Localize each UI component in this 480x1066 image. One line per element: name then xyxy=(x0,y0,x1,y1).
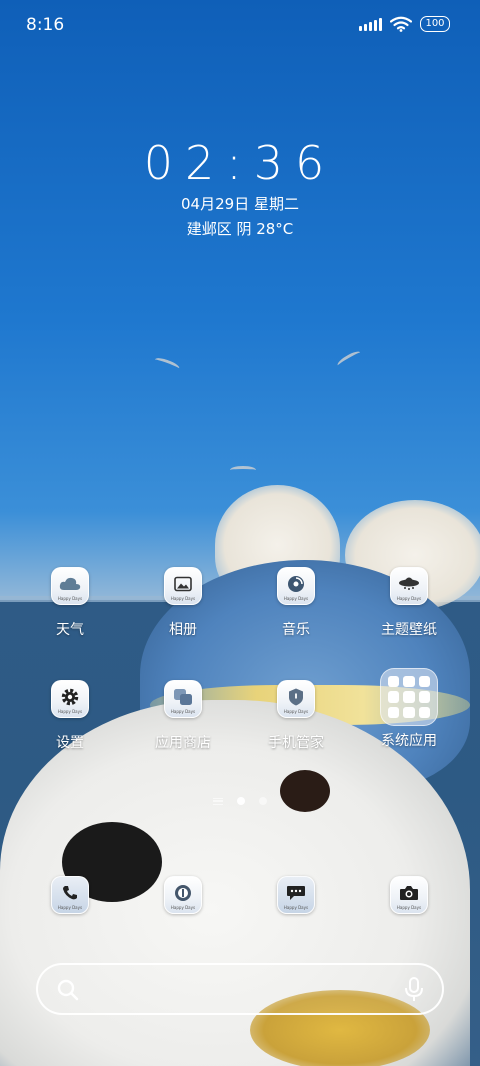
app-themes[interactable]: Happy Days 主题壁纸 xyxy=(361,567,457,639)
app-gallery[interactable]: Happy Days 相册 xyxy=(135,567,231,639)
app-music[interactable]: Happy Days 音乐 xyxy=(248,567,344,639)
camera-icon: Happy Days xyxy=(390,876,428,914)
app-label: 系统应用 xyxy=(381,733,437,749)
seagull-image xyxy=(153,355,181,373)
app-label: 相册 xyxy=(169,622,197,638)
page-dot[interactable] xyxy=(259,797,267,805)
phone-icon: Happy Days xyxy=(51,876,89,914)
app-label: 音乐 xyxy=(282,622,310,638)
folder-icon xyxy=(380,668,438,726)
dock-camera[interactable]: Happy Days xyxy=(361,876,457,914)
cloud-icon: Happy Days xyxy=(51,567,89,605)
app-app-store[interactable]: Happy Days 应用商店 xyxy=(135,680,231,752)
status-time: 8:16 xyxy=(26,15,65,35)
seagull-image xyxy=(230,466,256,474)
page-indicator[interactable] xyxy=(0,797,480,805)
battery-icon: 100 xyxy=(420,16,450,32)
status-icons: 100 xyxy=(359,16,450,32)
app-label: 手机管家 xyxy=(268,735,324,751)
seagull-image xyxy=(335,349,363,369)
music-icon: Happy Days xyxy=(277,567,315,605)
clock-widget-time[interactable]: 02:36 xyxy=(0,136,480,190)
security-icon: Happy Days xyxy=(277,680,315,718)
app-label: 天气 xyxy=(56,622,84,638)
app-weather[interactable]: Happy Days 天气 xyxy=(22,567,118,639)
page-dot-active[interactable] xyxy=(237,797,245,805)
app-settings[interactable]: Happy Days 设置 xyxy=(22,680,118,752)
app-store-icon: Happy Days xyxy=(164,680,202,718)
search-bar[interactable] xyxy=(36,963,444,1015)
app-label: 应用商店 xyxy=(155,735,211,751)
clock-widget-date: 04月29日 星期二 xyxy=(181,195,299,213)
dock-phone[interactable]: Happy Days xyxy=(22,876,118,914)
dock-browser[interactable]: Happy Days xyxy=(135,876,231,914)
signal-icon xyxy=(359,17,382,31)
app-label: 主题壁纸 xyxy=(381,622,437,638)
page-list-icon[interactable] xyxy=(213,797,223,805)
clock-widget-weather[interactable]: 建邺区 阴 28°C xyxy=(0,218,480,239)
dock-messages[interactable]: Happy Days xyxy=(248,876,344,914)
search-icon[interactable] xyxy=(56,978,80,1002)
gear-icon: Happy Days xyxy=(51,680,89,718)
gallery-icon: Happy Days xyxy=(164,567,202,605)
themes-icon: Happy Days xyxy=(390,567,428,605)
messages-icon: Happy Days xyxy=(277,876,315,914)
wifi-icon xyxy=(390,16,412,32)
status-bar: 8:16 100 xyxy=(0,0,480,50)
app-label: 设置 xyxy=(56,735,84,751)
dog-eye-image xyxy=(280,770,330,812)
browser-icon: Happy Days xyxy=(164,876,202,914)
microphone-icon[interactable] xyxy=(404,977,424,1003)
app-phone-manager[interactable]: Happy Days 手机管家 xyxy=(248,680,344,752)
app-folder-system-apps[interactable]: 系统应用 xyxy=(361,668,457,750)
